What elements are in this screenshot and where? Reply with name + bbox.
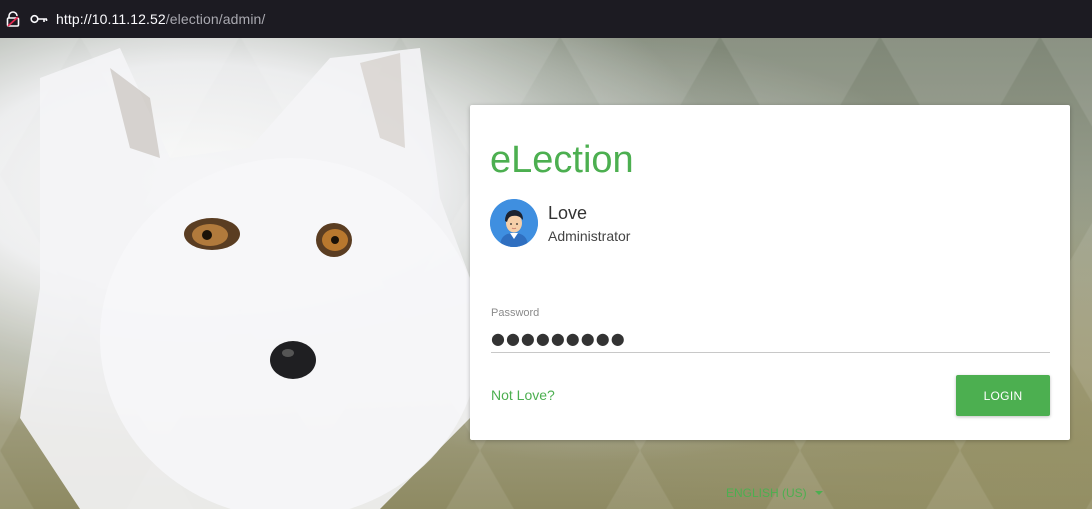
- language-selector[interactable]: ENGLISH (US): [726, 486, 823, 500]
- key-icon[interactable]: [30, 10, 48, 28]
- language-label: ENGLISH (US): [726, 486, 807, 500]
- login-button[interactable]: LOGIN: [956, 375, 1050, 416]
- url-path: /election/admin/: [165, 11, 266, 27]
- not-user-link[interactable]: Not Love?: [491, 387, 555, 403]
- password-label: Password: [491, 307, 540, 319]
- user-role: Administrator: [548, 228, 631, 244]
- url-host: http://10.11.12.52: [56, 11, 166, 27]
- browser-urlbar[interactable]: http://10.11.12.52/election/admin/: [0, 0, 1092, 38]
- url-text[interactable]: http://10.11.12.52/election/admin/: [56, 11, 265, 27]
- app-title: eLection: [490, 139, 634, 181]
- password-field[interactable]: [491, 325, 1050, 353]
- caret-down-icon: [814, 491, 823, 495]
- avatar-icon: [490, 199, 538, 247]
- login-card: eLection Love Administrator Password Not…: [470, 105, 1070, 440]
- lock-warning-icon[interactable]: [4, 10, 22, 28]
- user-name: Love: [548, 203, 588, 223]
